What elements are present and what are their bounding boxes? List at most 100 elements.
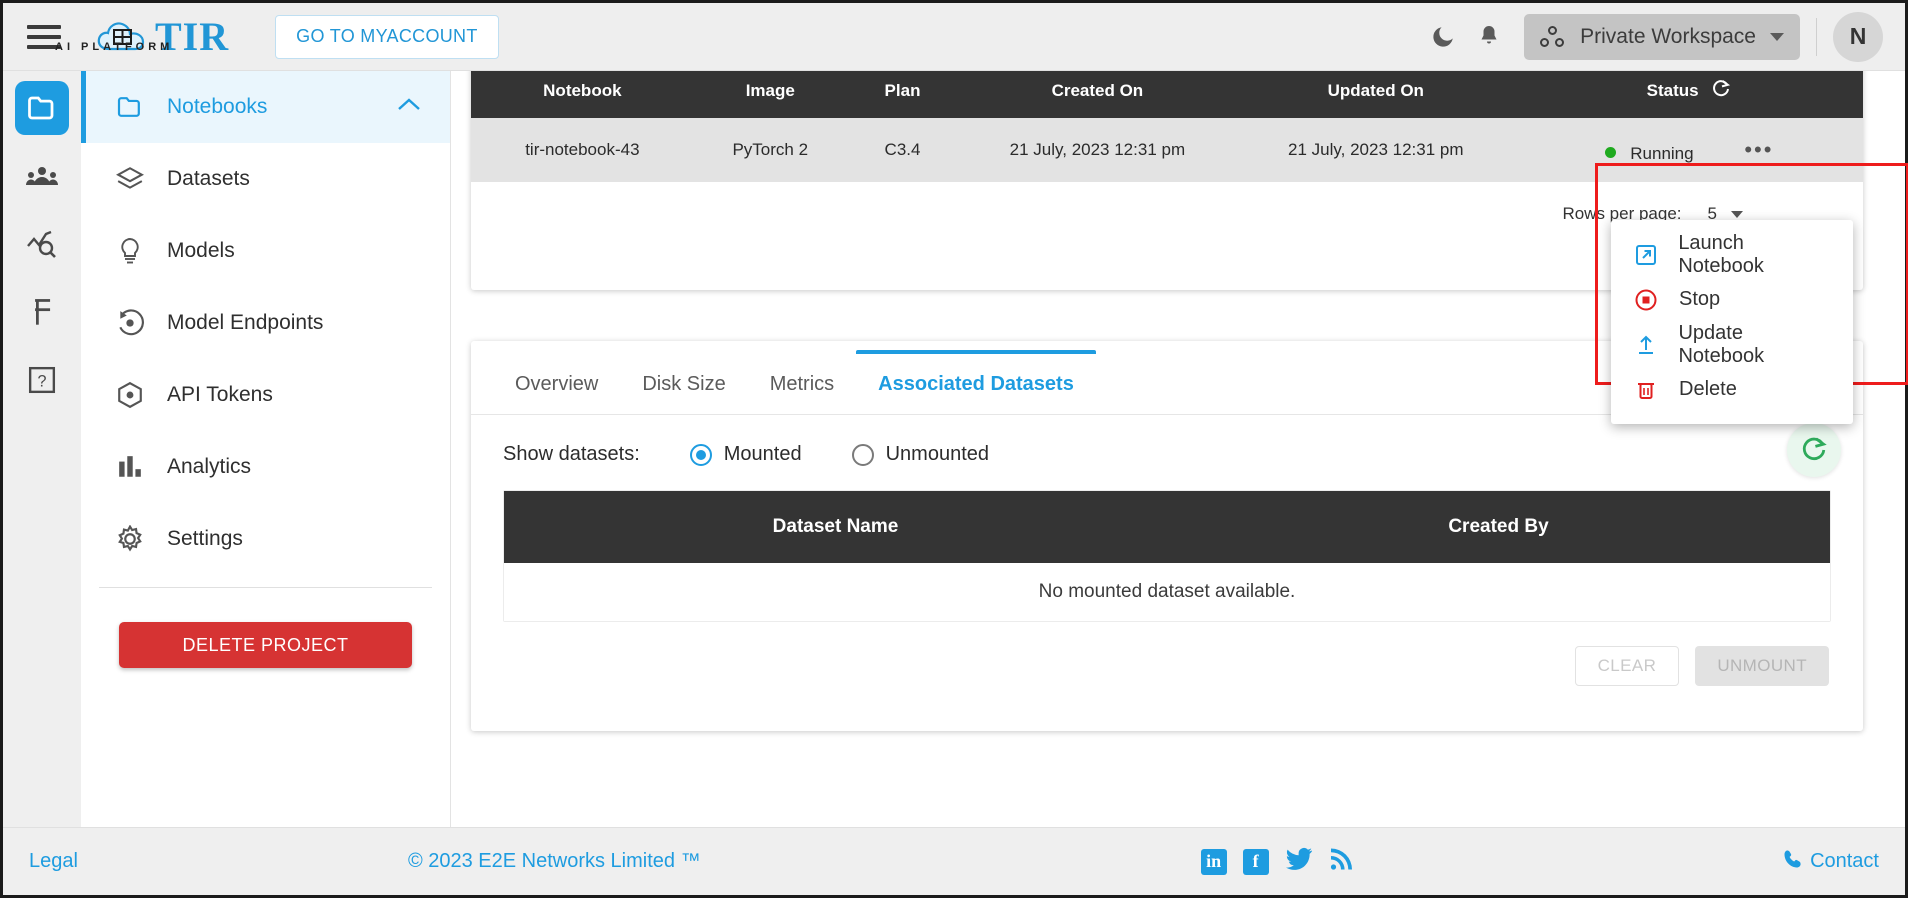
sidebar-item-analytics[interactable]: Analytics [81,431,450,503]
sidebar-item-label: Datasets [167,167,250,190]
unmount-button[interactable]: UNMOUNT [1695,646,1829,686]
analytics-search-icon [27,230,56,258]
table-header-row: Dataset Name Created By [504,491,1830,563]
cell-created-on: 21 July, 2023 12:31 pm [958,118,1237,182]
radio-unmounted[interactable] [851,443,874,466]
notifications-button[interactable] [1466,14,1512,60]
external-link-icon [1633,243,1658,267]
status-badge: Running [1630,143,1694,163]
sidebar-item-label: Analytics [167,455,252,478]
sidebar-item-api-tokens[interactable]: API Tokens [81,359,450,431]
rupee-icon [35,299,51,325]
radio-label-unmounted: Unmounted [885,443,989,465]
bar-chart-icon [115,455,145,479]
clear-button[interactable]: CLEAR [1574,646,1680,686]
workspace-selector[interactable]: Private Workspace [1524,13,1800,60]
side-navigation: Notebooks Datasets Models Model Endpoint… [81,71,451,827]
menu-item-label: Update Notebook [1678,321,1765,367]
facebook-icon[interactable]: f [1242,848,1269,875]
table-header-row: Notebook Image Plan Created On Updated O… [471,71,1863,118]
divider [99,587,432,588]
workspace-icon [1540,25,1566,48]
cell-notebook: tir-notebook-43 [471,118,694,182]
menu-item-label: Stop [1679,288,1721,310]
legal-link[interactable]: Legal [29,850,78,873]
cell-image: PyTorch 2 [693,118,847,182]
empty-state-message: No mounted dataset available. [504,563,1830,621]
associated-datasets-panel: Show datasets: Mounted Unmounted Dataset… [471,415,1863,686]
moon-icon [1433,26,1453,47]
status-dot-icon [1604,146,1616,158]
dark-mode-toggle[interactable] [1420,14,1466,60]
menu-item-label: Launch Notebook [1678,231,1764,277]
avatar[interactable]: N [1833,11,1883,62]
cube-icon [115,381,145,409]
column-updated-on: Updated On [1236,71,1515,118]
icon-rail: ? [3,71,81,827]
refresh-circle-icon[interactable] [1787,423,1841,477]
sidebar-item-notebooks[interactable]: Notebooks [81,71,450,143]
social-links: in f [1200,846,1353,878]
contact-link[interactable]: Contact [1782,848,1879,876]
copyright-text: © 2023 E2E Networks Limited ™ [407,850,701,872]
users-icon [26,167,58,185]
stop-circle-icon [1633,288,1659,312]
help-icon: ? [28,366,56,394]
sidebar-item-label: Models [167,239,235,262]
tab-associated-datasets[interactable]: Associated Datasets [856,350,1096,414]
notebook-actions-menu: Launch Notebook Stop Update Notebook Del… [1611,220,1853,424]
linkedin-icon[interactable]: in [1200,848,1227,875]
delete-project-button[interactable]: DELETE PROJECT [119,622,412,668]
go-to-myaccount-button[interactable]: GO TO MYACCOUNT [275,14,499,59]
rail-item-help[interactable]: ? [15,353,69,407]
logo-subtitle: AI PLATFORM [55,41,174,53]
rail-item-team[interactable] [15,149,69,203]
rail-item-billing[interactable] [15,285,69,339]
menu-item-update-notebook[interactable]: Update Notebook [1611,322,1853,367]
topbar-right-controls: Private Workspace N [1420,11,1905,62]
column-dataset-name: Dataset Name [504,491,1167,563]
bell-icon [1481,25,1497,43]
upload-icon [1633,333,1658,357]
refresh-icon[interactable] [1711,79,1731,104]
rss-icon[interactable] [1329,846,1353,878]
bulb-icon [115,237,145,265]
phone-icon [1782,848,1804,876]
workspace-label: Private Workspace [1580,24,1756,48]
table-row[interactable]: tir-notebook-43 PyTorch 2 C3.4 21 July, … [471,118,1863,182]
tab-disk-size[interactable]: Disk Size [620,354,747,414]
radio-option-unmounted[interactable]: Unmounted [851,443,989,466]
menu-item-delete[interactable]: Delete [1611,367,1853,412]
chevron-down-icon [1731,210,1743,218]
rail-item-monitoring[interactable] [15,217,69,271]
menu-item-stop[interactable]: Stop [1611,277,1853,322]
top-bar: TIR AI PLATFORM GO TO MYACCOUNT Private … [3,3,1905,71]
folder-outline-icon [115,96,145,118]
column-status: Status [1514,71,1863,118]
radio-label-mounted: Mounted [723,443,802,465]
radio-option-mounted[interactable]: Mounted [689,443,802,466]
chevron-up-icon[interactable] [396,95,422,119]
sidebar-item-datasets[interactable]: Datasets [81,143,450,215]
kebab-menu-icon[interactable]: ••• [1744,137,1773,163]
twitter-icon[interactable] [1285,846,1313,878]
show-datasets-label: Show datasets: [503,443,640,465]
menu-item-launch-notebook[interactable]: Launch Notebook [1611,232,1853,277]
divider [1816,17,1817,56]
tab-metrics[interactable]: Metrics [748,354,856,414]
sidebar-item-model-endpoints[interactable]: Model Endpoints [81,287,450,359]
brand-logo: TIR AI PLATFORM [55,16,229,57]
menu-item-label: Delete [1679,378,1737,400]
endpoint-icon [115,309,145,337]
sidebar-item-models[interactable]: Models [81,215,450,287]
cell-updated-on: 21 July, 2023 12:31 pm [1236,118,1515,182]
column-plan: Plan [846,71,959,118]
contact-label: Contact [1810,850,1879,872]
rail-item-projects[interactable] [15,81,69,135]
column-created-on: Created On [958,71,1237,118]
radio-mounted[interactable] [689,443,712,466]
sidebar-item-settings[interactable]: Settings [81,503,450,575]
column-image: Image [693,71,847,118]
column-created-by: Created By [1167,491,1830,563]
tab-overview[interactable]: Overview [493,354,620,414]
